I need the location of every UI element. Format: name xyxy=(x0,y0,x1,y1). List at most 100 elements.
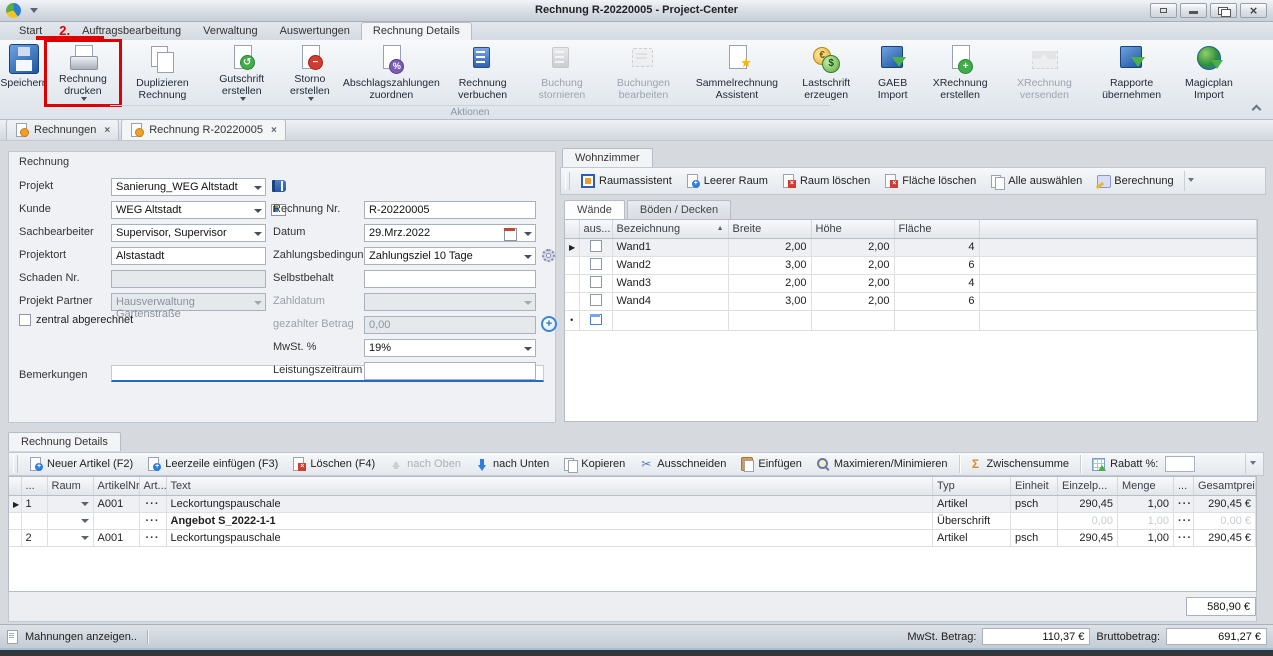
wall-select-cell[interactable] xyxy=(579,274,612,292)
ribbon-button[interactable]: Gutschrift erstellen xyxy=(205,41,278,105)
window-control-button[interactable] xyxy=(1210,3,1237,18)
artikel-browse-cell[interactable]: ··· xyxy=(139,495,166,512)
einheit-cell[interactable]: psch xyxy=(1011,529,1058,546)
col-gesamtpreis[interactable]: Gesamtpreis xyxy=(1194,477,1256,495)
doc-tab-rechnung-r20220005[interactable]: Rechnung R-20220005 × xyxy=(121,119,286,140)
einheit-cell[interactable] xyxy=(1011,512,1058,529)
subtab-waende[interactable]: Wände xyxy=(564,200,625,219)
col-menge[interactable]: Menge xyxy=(1118,477,1174,495)
typ-cell[interactable]: Artikel xyxy=(933,529,1011,546)
wall-hoehe-cell[interactable]: 2,00 xyxy=(811,256,894,274)
wall-breite-cell[interactable]: 2,00 xyxy=(728,274,811,292)
position-cell[interactable] xyxy=(21,512,47,529)
row-browse-cell[interactable]: ··· xyxy=(1174,495,1194,512)
details-toolbar-button[interactable]: Ausschneiden xyxy=(633,455,732,473)
collapse-ribbon-icon[interactable] xyxy=(1249,102,1263,114)
invoice-item-row[interactable]: ▶ ··· Angebot S_2022-1-1 Überschrift 0,0… xyxy=(9,512,1256,529)
ellipsis-button[interactable]: ··· xyxy=(1178,532,1192,544)
ellipsis-button[interactable]: ··· xyxy=(1178,515,1192,527)
wall-hoehe-cell[interactable]: 2,00 xyxy=(811,238,894,256)
details-toolbar-button[interactable]: nach Unten xyxy=(469,455,555,473)
room-toolbar-button[interactable]: Raumassistent xyxy=(575,172,678,190)
col-dots2[interactable]: ... xyxy=(1174,477,1194,495)
details-toolbar-button[interactable]: Neuer Artikel (F2) xyxy=(23,455,139,473)
wall-breite-cell[interactable]: 3,00 xyxy=(728,292,811,310)
text-cell[interactable]: Angebot S_2022-1-1 xyxy=(166,512,933,529)
artikel-browse-cell[interactable]: ··· xyxy=(139,512,166,529)
invoice-item-row[interactable]: ▶ 1 A001 ··· Leckortungspauschale Artike… xyxy=(9,495,1256,512)
close-tab-icon[interactable]: × xyxy=(101,125,110,136)
gesamtpreis-cell[interactable]: 290,45 € xyxy=(1194,529,1256,546)
room-toolbar-button[interactable]: Alle auswählen xyxy=(984,172,1088,190)
rabatt-input[interactable] xyxy=(1165,456,1195,472)
col-dots1[interactable]: ... xyxy=(21,477,47,495)
toolbar-overflow-dropdown[interactable] xyxy=(1184,171,1198,191)
window-control-button[interactable] xyxy=(1180,3,1207,18)
raum-cell[interactable] xyxy=(47,529,93,546)
doc-tab-rechnungen[interactable]: Rechnungen × xyxy=(6,119,119,140)
mwst-select[interactable]: 19% xyxy=(364,339,536,357)
details-toolbar-button[interactable]: Löschen (F4) xyxy=(286,455,381,473)
ribbon-button[interactable]: Rechnung verbuchen xyxy=(441,41,524,105)
tab-rechnung-details[interactable]: Rechnung Details xyxy=(361,22,472,40)
wall-checkbox[interactable] xyxy=(590,258,602,270)
calendar-icon[interactable] xyxy=(503,227,517,241)
wall-select-cell[interactable] xyxy=(579,292,612,310)
room-toolbar-button[interactable]: Berechnung xyxy=(1090,172,1179,190)
menge-cell[interactable]: 1,00 xyxy=(1118,529,1174,546)
artikelnr-cell[interactable]: A001 xyxy=(93,495,139,512)
gesamtpreis-cell[interactable]: 0,00 € xyxy=(1194,512,1256,529)
position-cell[interactable]: 2 xyxy=(21,529,47,546)
menge-cell[interactable]: 1,00 xyxy=(1118,512,1174,529)
ribbon-button[interactable]: Speichern xyxy=(2,41,46,105)
room-toolbar-button[interactable]: Fläche löschen xyxy=(878,172,982,190)
leistungszeitraum-input[interactable] xyxy=(364,362,536,380)
wall-flaeche-cell[interactable]: 4 xyxy=(894,274,979,292)
new-row-icon-cell[interactable] xyxy=(579,310,612,330)
ribbon-button[interactable]: Duplizieren Rechnung xyxy=(120,41,205,105)
ribbon-button[interactable]: Storno erstellen xyxy=(278,41,341,105)
menge-cell[interactable]: 1,00 xyxy=(1118,495,1174,512)
col-raum[interactable]: Raum xyxy=(47,477,93,495)
details-toolbar-button[interactable]: nach Oben xyxy=(383,455,467,473)
wall-name-cell[interactable]: Wand3 xyxy=(612,274,728,292)
ribbon-button[interactable]: XRechnung versenden xyxy=(1001,41,1089,105)
ribbon-button[interactable]: Abschlagszahlungen zuordnen xyxy=(341,41,441,105)
col-typ[interactable]: Typ xyxy=(933,477,1011,495)
col-art[interactable]: Art... xyxy=(139,477,166,495)
ellipsis-button[interactable]: ··· xyxy=(1178,498,1192,510)
col-artikelnr[interactable]: ArtikelNr. xyxy=(93,477,139,495)
ribbon-button[interactable]: Rapporte übernehmen xyxy=(1088,41,1174,105)
kunde-select[interactable]: WEG Altstadt xyxy=(111,201,266,219)
einzelpreis-cell[interactable]: 290,45 xyxy=(1058,529,1118,546)
ribbon-button[interactable]: Buchung stornieren xyxy=(524,41,600,105)
tab-verwaltung[interactable]: Verwaltung xyxy=(192,23,268,40)
wall-breite-cell[interactable]: 3,00 xyxy=(728,256,811,274)
mahnungen-link[interactable]: Mahnungen anzeigen.. xyxy=(6,630,137,644)
ellipsis-button[interactable]: ··· xyxy=(146,498,160,510)
room-toolbar-button[interactable]: Raum löschen xyxy=(776,172,876,190)
wall-select-cell[interactable] xyxy=(579,256,612,274)
ribbon-button[interactable]: Sammelrechnung Assistent xyxy=(687,41,787,105)
room-toolbar-button[interactable]: Leerer Raum xyxy=(680,172,774,190)
raum-cell[interactable] xyxy=(47,495,93,512)
wall-row[interactable]: ▶ Wand1 2,00 2,00 4 xyxy=(565,238,1257,256)
sachbearbeiter-select[interactable]: Supervisor, Supervisor xyxy=(111,224,266,242)
toolbar-grip[interactable] xyxy=(13,455,18,473)
wall-checkbox[interactable] xyxy=(590,276,602,288)
typ-cell[interactable]: Überschrift xyxy=(933,512,1011,529)
col-einheit[interactable]: Einheit xyxy=(1011,477,1058,495)
wall-select-cell[interactable] xyxy=(579,238,612,256)
close-tab-icon[interactable]: × xyxy=(268,125,277,136)
toolbar-overflow-dropdown[interactable] xyxy=(1245,454,1259,474)
col-bezeichnung[interactable]: Bezeichnung▲ xyxy=(612,220,728,238)
wall-breite-cell[interactable]: 2,00 xyxy=(728,238,811,256)
window-control-button[interactable] xyxy=(1240,3,1267,18)
ribbon-button[interactable]: Magicplan Import xyxy=(1175,41,1243,105)
wall-flaeche-cell[interactable]: 6 xyxy=(894,292,979,310)
text-cell[interactable]: Leckortungspauschale xyxy=(166,495,933,512)
col-einzelpreis[interactable]: Einzelp... xyxy=(1058,477,1118,495)
wall-row[interactable]: ▶ Wand3 2,00 2,00 4 xyxy=(565,274,1257,292)
details-toolbar-button[interactable]: Leerzeile einfügen (F3) xyxy=(141,455,284,473)
row-browse-cell[interactable]: ··· xyxy=(1174,512,1194,529)
